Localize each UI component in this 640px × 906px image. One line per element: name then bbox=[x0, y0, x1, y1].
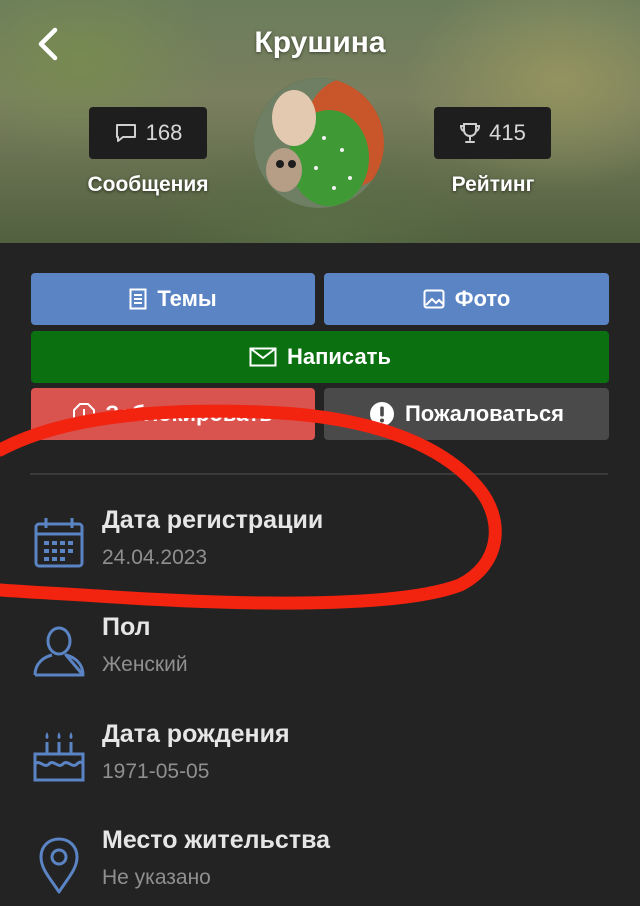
topics-button[interactable]: Темы bbox=[31, 273, 315, 325]
trophy-icon bbox=[460, 123, 481, 143]
messages-count-badge[interactable]: 168 bbox=[89, 107, 207, 159]
info-value: 24.04.2023 bbox=[102, 546, 208, 569]
info-location: Место жительства Не указано bbox=[30, 826, 610, 906]
write-message-button-label: Написать bbox=[287, 344, 391, 369]
block-button-label: Заблокировать bbox=[105, 401, 273, 426]
info-birth-date: Дата рождения 1971-05-05 bbox=[30, 720, 610, 800]
location-pin-icon bbox=[39, 837, 79, 894]
write-message-button[interactable]: Написать bbox=[31, 331, 609, 383]
avatar bbox=[254, 78, 384, 208]
user-icon bbox=[33, 626, 85, 677]
block-button[interactable]: Заблокировать bbox=[31, 388, 315, 440]
rating-count-badge[interactable]: 415 bbox=[434, 107, 551, 159]
envelope-icon bbox=[249, 347, 277, 367]
info-label: Место жительства bbox=[102, 826, 331, 854]
info-value: Не указано bbox=[102, 866, 211, 889]
topics-button-label: Темы bbox=[157, 286, 217, 311]
page-title: Крушина bbox=[254, 26, 386, 59]
info-gender: Пол Женский bbox=[30, 613, 610, 693]
messages-label: Сообщения bbox=[87, 173, 209, 196]
info-label: Дата рождения bbox=[102, 720, 290, 748]
photo-button[interactable]: Фото bbox=[324, 273, 609, 325]
rating-count: 415 bbox=[489, 120, 526, 145]
info-label: Дата регистрации bbox=[102, 506, 324, 534]
info-value: Женский bbox=[102, 653, 188, 676]
profile-header: Крушина 168 Сообщения 415 Рейтинг bbox=[0, 0, 640, 243]
report-button[interactable]: Пожаловаться bbox=[324, 388, 609, 440]
photo-button-label: Фото bbox=[454, 286, 511, 311]
info-label: Пол bbox=[102, 613, 151, 641]
document-icon bbox=[129, 288, 147, 310]
info-registration-date: Дата регистрации 24.04.2023 bbox=[30, 506, 610, 586]
messages-count: 168 bbox=[145, 120, 183, 145]
report-button-label: Пожаловаться bbox=[404, 401, 565, 426]
calendar-icon bbox=[34, 518, 84, 568]
rating-label: Рейтинг bbox=[451, 173, 535, 196]
info-value: 1971-05-05 bbox=[102, 760, 210, 783]
exclamation-circle-icon bbox=[369, 402, 394, 426]
warning-icon bbox=[73, 403, 96, 425]
divider bbox=[30, 473, 608, 475]
image-icon bbox=[423, 289, 445, 309]
cake-icon bbox=[33, 732, 85, 782]
speech-bubble-icon bbox=[115, 124, 136, 142]
